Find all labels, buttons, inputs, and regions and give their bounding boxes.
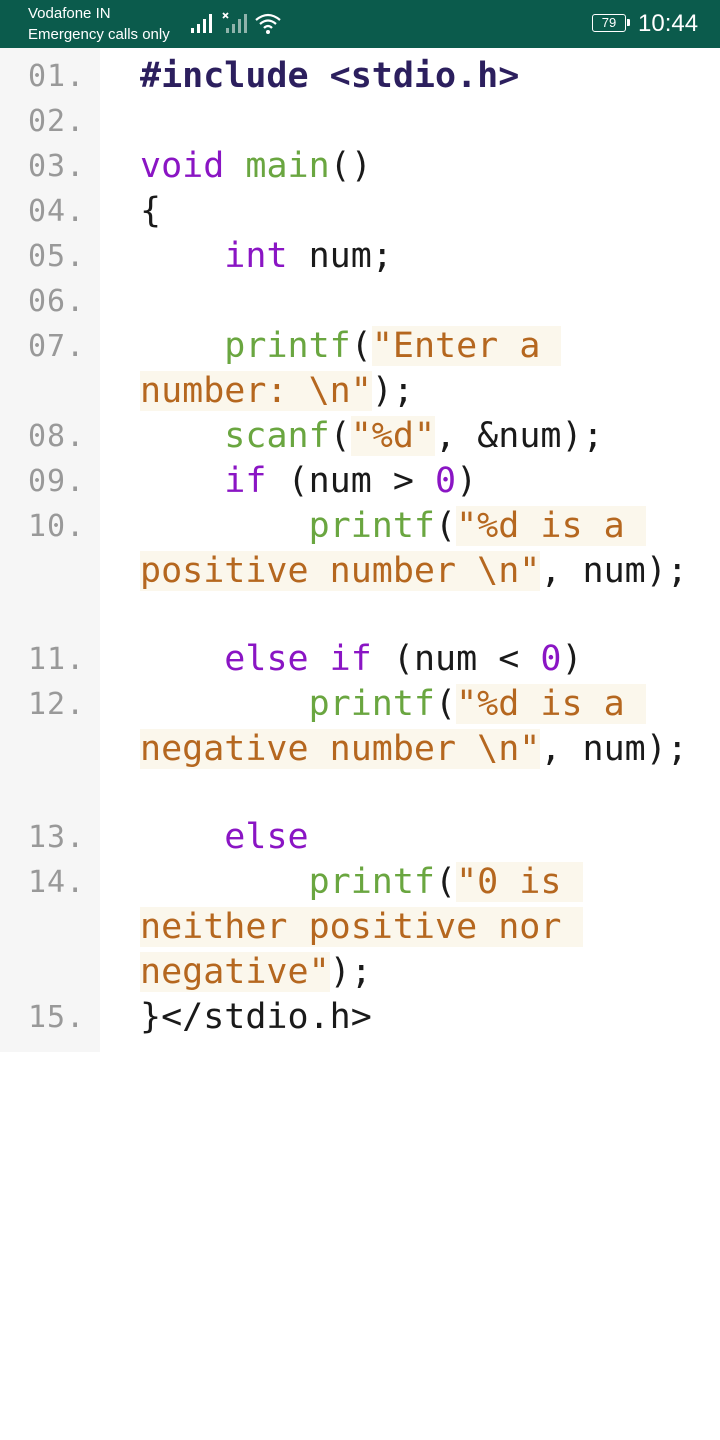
keyword: else [224,817,309,857]
code-line-12: 12. printf("%d is a negative number \n",… [0,682,720,772]
keyword: else if [224,639,372,679]
code-text: { [140,191,162,231]
line-number: 03. [28,149,86,184]
code-line-13: 13. else [0,815,720,860]
code-text: ( [435,506,457,546]
wrap-spacer [0,772,720,815]
line-number: 05. [28,239,86,274]
line-number: 01. [28,59,86,94]
code-text: (num > [266,461,436,501]
function-name: scanf [224,416,330,456]
line-number: 14. [28,865,86,900]
function-name: printf [224,326,351,366]
signal-icon [190,12,216,34]
line-number: 10. [28,509,86,544]
string-literal: number: \n" [140,371,372,411]
code-line-11: 11. else if (num < 0) [0,637,720,682]
code-line-9: 09. if (num > 0) [0,459,720,504]
code-line-3: 03. void main() [0,144,720,189]
line-number: 15. [28,1000,86,1035]
code-text: ( [329,416,351,456]
code-text: , num); [540,551,688,591]
keyword: if [224,461,267,501]
code-line-14: 14. printf("0 is neither positive nor ne… [0,860,720,995]
code-line-8: 08. scanf("%d", &num); [0,414,720,459]
emergency-calls-label: Emergency calls only [28,26,170,43]
line-number: 07. [28,329,86,364]
code-line-5: 05. int num; [0,234,720,279]
code-line-7: 07. printf("Enter a number: \n"); [0,324,720,414]
line-number: 11. [28,642,86,677]
code-line-2: 02. [0,99,720,144]
line-number: 12. [28,687,86,722]
code-text: ); [329,952,372,992]
wifi-icon [254,12,282,36]
line-number: 04. [28,194,86,229]
code-text: , num); [540,729,688,769]
string-literal: "Enter a [371,326,562,366]
line-number: 13. [28,820,86,855]
wrap-spacer [0,594,720,637]
string-literal: "%d" [350,416,436,456]
code-text: ( [350,326,372,366]
battery-level: 79 [601,15,617,30]
code-line-15: 15. }</stdio.h> [0,995,720,1040]
string-literal: "0 is [456,862,583,902]
keyword: void [140,146,225,186]
line-number: 02. [28,104,86,139]
status-time: 10:44 [638,10,699,37]
code-text: }</stdio.h> [140,997,372,1037]
signal-no-service-icon [222,12,250,34]
function-name: main [245,146,330,186]
string-literal: "%d is a [456,684,646,724]
code-text: , &num); [435,416,604,456]
number-literal: 0 [435,461,457,501]
function-name: printf [308,506,436,546]
function-name: printf [308,862,436,902]
carrier-name: Vodafone IN [28,5,111,22]
line-number: 09. [28,464,86,499]
string-literal: positive number \n" [140,551,541,591]
line-number: 08. [28,419,86,454]
code-text: () [329,146,372,186]
string-literal: negative" [140,952,330,992]
code-view: 01. #include <stdio.h> 02. 03. void main… [0,54,720,1040]
code-text: ( [435,862,457,902]
battery-icon: 79 [592,14,630,32]
status-bar: Vodafone IN Emergency calls only 79 10:4… [0,0,720,48]
keyword: int [224,236,288,276]
string-literal: "%d is a [456,506,646,546]
line-number: 06. [28,284,86,319]
code-text: ); [371,371,414,411]
string-literal: negative number \n" [140,729,541,769]
code-text: ( [435,684,457,724]
code-text: ) [456,461,478,501]
code-text: ) [561,639,583,679]
number-literal: 0 [540,639,562,679]
string-literal: neither positive nor [140,907,583,947]
function-name: printf [308,684,436,724]
code-line-10: 10. printf("%d is a positive number \n",… [0,504,720,594]
code-text: (num < [371,639,541,679]
code-line-6: 06. [0,279,720,324]
code-text: num; [287,236,393,276]
code-line-4: 04. { [0,189,720,234]
code-line-1: 01. #include <stdio.h> [0,54,720,99]
preprocessor-directive: #include <stdio.h> [140,56,520,96]
